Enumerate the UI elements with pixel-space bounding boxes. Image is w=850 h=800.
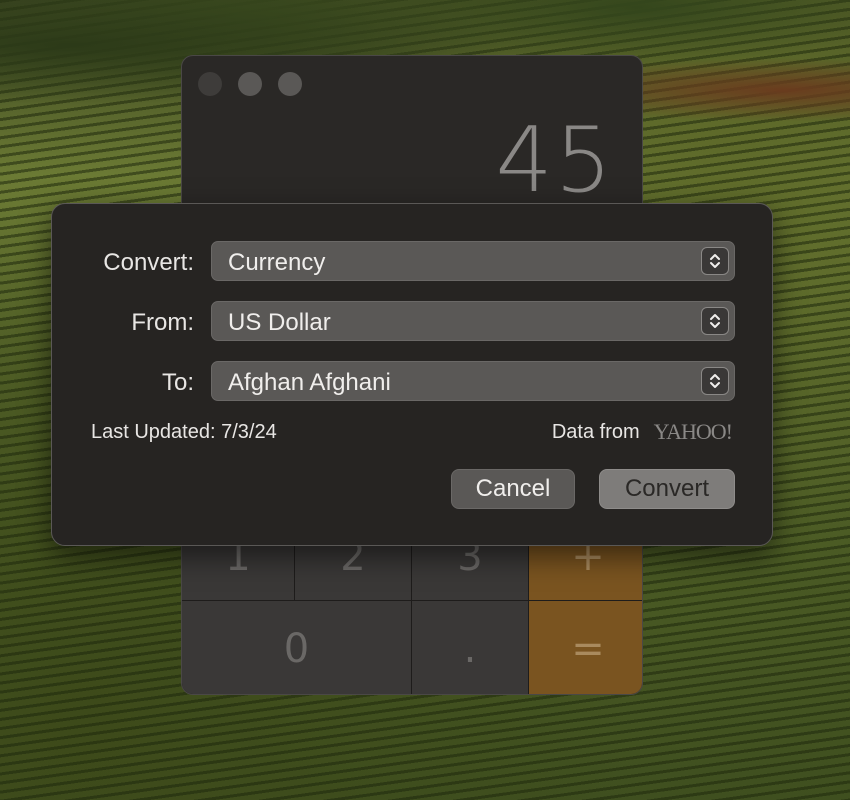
key-1[interactable]: 1 [182, 534, 294, 600]
convert-label: Convert: [103, 249, 194, 276]
to-currency-value: Afghan Afghani [228, 369, 391, 396]
close-window-button[interactable] [198, 72, 222, 96]
yahoo-logo: YAHOO! [653, 419, 733, 444]
last-updated-text: Last Updated: 7/3/24 [91, 421, 277, 443]
calculator-keypad: 1 2 3 + 0 . = [182, 534, 642, 694]
key-2[interactable]: 2 [295, 534, 411, 600]
to-row: To: Afghan Afghani [52, 361, 774, 401]
from-currency-select[interactable]: US Dollar [211, 301, 735, 341]
convert-button[interactable]: Convert [599, 469, 735, 509]
convert-type-select[interactable]: Currency [211, 241, 735, 281]
data-source: Data from YAHOO! [551, 419, 733, 445]
from-row: From: US Dollar [52, 301, 774, 341]
from-label: From: [131, 309, 194, 336]
convert-row: Convert: Currency [52, 241, 774, 281]
key-3[interactable]: 3 [412, 534, 528, 600]
chevron-up-down-icon [701, 367, 729, 395]
from-currency-value: US Dollar [228, 309, 331, 336]
zoom-window-button[interactable] [278, 72, 302, 96]
chevron-up-down-icon [701, 247, 729, 275]
chevron-up-down-icon [701, 307, 729, 335]
window-controls [198, 72, 302, 96]
minimize-window-button[interactable] [238, 72, 262, 96]
to-currency-select[interactable]: Afghan Afghani [211, 361, 735, 401]
key-equals[interactable]: = [529, 601, 642, 694]
calculator-display: 45 [495, 108, 614, 213]
key-0[interactable]: 0 [182, 601, 411, 694]
key-plus[interactable]: + [529, 534, 642, 600]
convert-dialog: Convert: Currency From: US Dollar To: Af… [51, 203, 773, 546]
convert-type-value: Currency [228, 249, 326, 276]
to-label: To: [161, 369, 194, 396]
cancel-button[interactable]: Cancel [451, 469, 575, 509]
key-decimal[interactable]: . [412, 601, 528, 694]
data-from-text: Data from [551, 420, 640, 443]
